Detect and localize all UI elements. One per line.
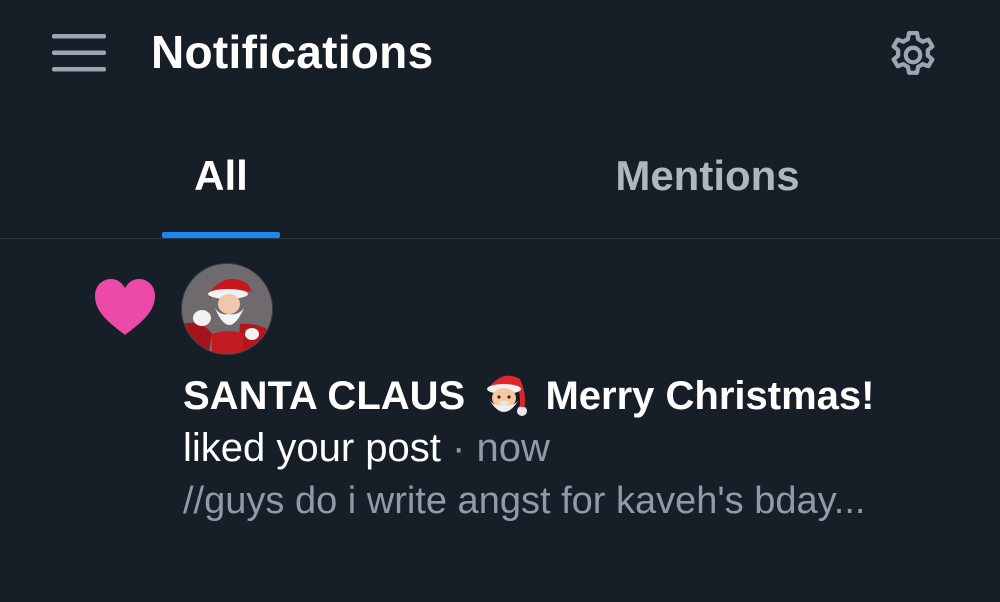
santa-emoji-icon	[487, 375, 528, 416]
notifications-screen: Notifications All Mentions SANTA CLAUS M…	[0, 0, 1000, 602]
timestamp: now	[476, 426, 550, 470]
tab-mentions-label: Mentions	[615, 152, 800, 199]
page-title: Notifications	[151, 26, 434, 78]
tab-all[interactable]: All	[162, 128, 280, 238]
notification-action: liked your post	[183, 426, 441, 470]
santa-avatar-image	[182, 264, 272, 354]
author-name[interactable]: SANTA CLAUS	[183, 374, 465, 418]
post-preview[interactable]: //guys do i write angst for kaveh's bday…	[183, 475, 943, 527]
avatar[interactable]	[181, 263, 273, 355]
notification-text: SANTA CLAUS Merry Christmas! liked your …	[183, 369, 943, 474]
separator-dot: ·	[452, 426, 466, 470]
hamburger-menu-icon[interactable]	[52, 34, 106, 72]
notification-item[interactable]: SANTA CLAUS Merry Christmas! liked your …	[0, 239, 1000, 602]
tab-all-label: All	[194, 152, 248, 199]
gear-icon[interactable]	[885, 27, 941, 83]
tab-mentions[interactable]: Mentions	[570, 128, 845, 238]
header: Notifications	[0, 0, 1000, 110]
author-display-suffix: Merry Christmas!	[545, 374, 875, 418]
heart-icon	[95, 279, 155, 335]
